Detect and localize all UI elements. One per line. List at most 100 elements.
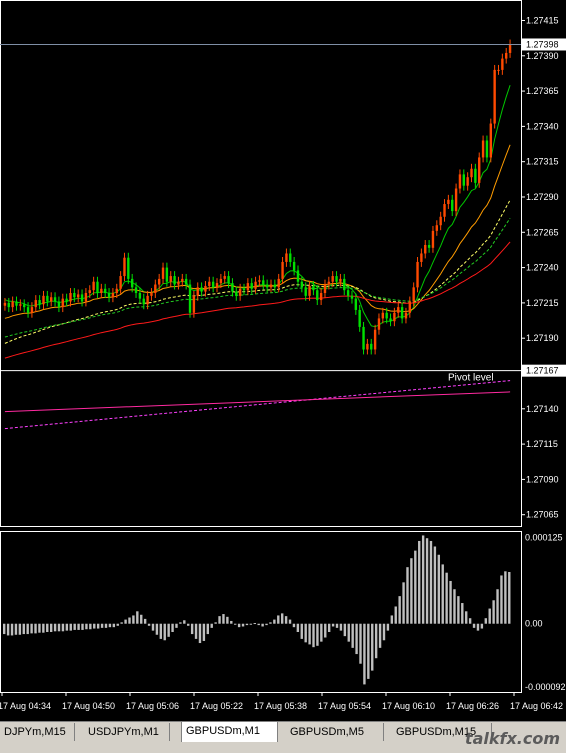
- candle-body: [208, 281, 211, 286]
- moving-average-line: [4, 217, 511, 338]
- indicator-tick-label: 0.00: [525, 619, 543, 629]
- candle-body: [119, 276, 122, 289]
- tab-gbpusdm-m5[interactable]: GBPUSDm,M5: [286, 723, 384, 741]
- time-tick-label: 17 Aug 04:50: [62, 701, 115, 711]
- histogram-bar: [339, 623, 343, 631]
- histogram-bar: [151, 623, 155, 631]
- candle-body: [366, 343, 369, 350]
- histogram-bar: [61, 623, 65, 632]
- candle-body: [142, 298, 145, 305]
- candle-body: [127, 257, 130, 279]
- histogram-bar: [261, 623, 264, 627]
- histogram-bar: [449, 580, 452, 624]
- price-tick-label: 1.27265: [526, 227, 559, 237]
- histogram-bar: [331, 623, 335, 627]
- price-tick-label: 1.27415: [526, 15, 559, 25]
- candle-body: [223, 276, 226, 279]
- histogram-bar: [484, 618, 487, 624]
- candle-body: [181, 278, 184, 282]
- candle-body: [42, 295, 45, 305]
- candle-body: [57, 301, 61, 308]
- histogram-bar: [500, 575, 503, 624]
- histogram-bar: [488, 608, 491, 624]
- candle-body: [350, 295, 354, 299]
- histogram-bar: [222, 614, 225, 624]
- candle-body: [227, 276, 230, 284]
- histogram-bar: [234, 623, 237, 625]
- histogram-bar: [355, 623, 358, 655]
- histogram-bar: [26, 623, 29, 635]
- histogram-bar: [265, 623, 268, 626]
- histogram-bar: [249, 623, 253, 625]
- candle-body: [242, 288, 246, 291]
- histogram-bar: [171, 623, 174, 632]
- moving-average-line: [4, 144, 511, 319]
- candle-body: [489, 123, 492, 158]
- candle-body: [196, 287, 199, 296]
- histogram-bar: [343, 623, 347, 637]
- histogram-bar: [93, 623, 96, 629]
- histogram-bar: [374, 623, 378, 659]
- candle-body: [50, 297, 53, 302]
- candle-body: [23, 304, 26, 308]
- histogram-bar: [277, 615, 280, 624]
- tab-usdjpym-m1[interactable]: USDJPYm,M1: [84, 723, 170, 741]
- candle-body: [331, 276, 334, 282]
- histogram-bar: [218, 616, 221, 624]
- candle-body: [454, 188, 458, 212]
- candle-body: [281, 261, 284, 279]
- price-tick-label: 1.27390: [526, 51, 559, 61]
- histogram-bar: [402, 582, 405, 624]
- chart-window[interactable]: 1.27415 1.27390 1.27365 1.27340 1.27315 1.272…: [0, 0, 566, 753]
- histogram-bar: [324, 623, 327, 638]
- candle-body: [111, 293, 115, 298]
- histogram-bar: [465, 611, 468, 624]
- candle-body: [262, 280, 265, 285]
- price-tick-label: 1.27290: [526, 192, 559, 202]
- histogram-bar: [445, 572, 448, 624]
- candle-body: [19, 304, 22, 306]
- candle-body: [157, 278, 161, 285]
- histogram-bar: [116, 623, 119, 626]
- histogram-bar: [22, 623, 25, 635]
- candle-body: [231, 283, 234, 292]
- histogram-bar: [496, 589, 499, 624]
- histogram-bar: [89, 623, 92, 630]
- histogram-bar: [441, 564, 444, 624]
- candle-body: [134, 287, 138, 294]
- candle-body: [362, 326, 365, 350]
- tab-djpym-m15[interactable]: DJPYm,M15: [0, 723, 75, 741]
- candle-body: [373, 329, 377, 350]
- histogram-bar: [394, 606, 397, 624]
- histogram-bar: [175, 623, 178, 628]
- histogram-bar: [245, 623, 249, 626]
- candle-body: [327, 281, 331, 285]
- histogram-bar: [214, 622, 217, 624]
- candle-body: [65, 298, 68, 302]
- histogram-bar: [300, 623, 303, 639]
- candle-body: [204, 285, 207, 292]
- histogram-bar: [210, 623, 213, 628]
- candle-body: [61, 298, 64, 308]
- candle-body: [358, 309, 361, 327]
- candle-body: [505, 52, 508, 59]
- candle-body: [370, 343, 373, 350]
- candle-body: [100, 288, 103, 294]
- time-tick-label: 17 Aug 05:06: [126, 701, 179, 711]
- candle-body: [339, 278, 342, 282]
- candle-body: [38, 300, 41, 305]
- candle-body: [161, 267, 165, 279]
- price-tick-label: 1.27365: [526, 86, 559, 96]
- tab-gbpusdm-m1[interactable]: GBPUSDm,M1: [181, 721, 278, 742]
- histogram-bar: [437, 554, 441, 624]
- histogram-bar: [257, 623, 260, 626]
- candle-body: [165, 267, 169, 282]
- candle-body: [88, 290, 91, 294]
- histogram-bar: [421, 535, 425, 624]
- histogram-bar: [34, 623, 37, 634]
- candle-body: [84, 293, 88, 302]
- candle-body: [219, 278, 223, 284]
- histogram-bar: [163, 623, 166, 641]
- histogram-bar: [230, 620, 233, 624]
- candle-body: [30, 307, 34, 313]
